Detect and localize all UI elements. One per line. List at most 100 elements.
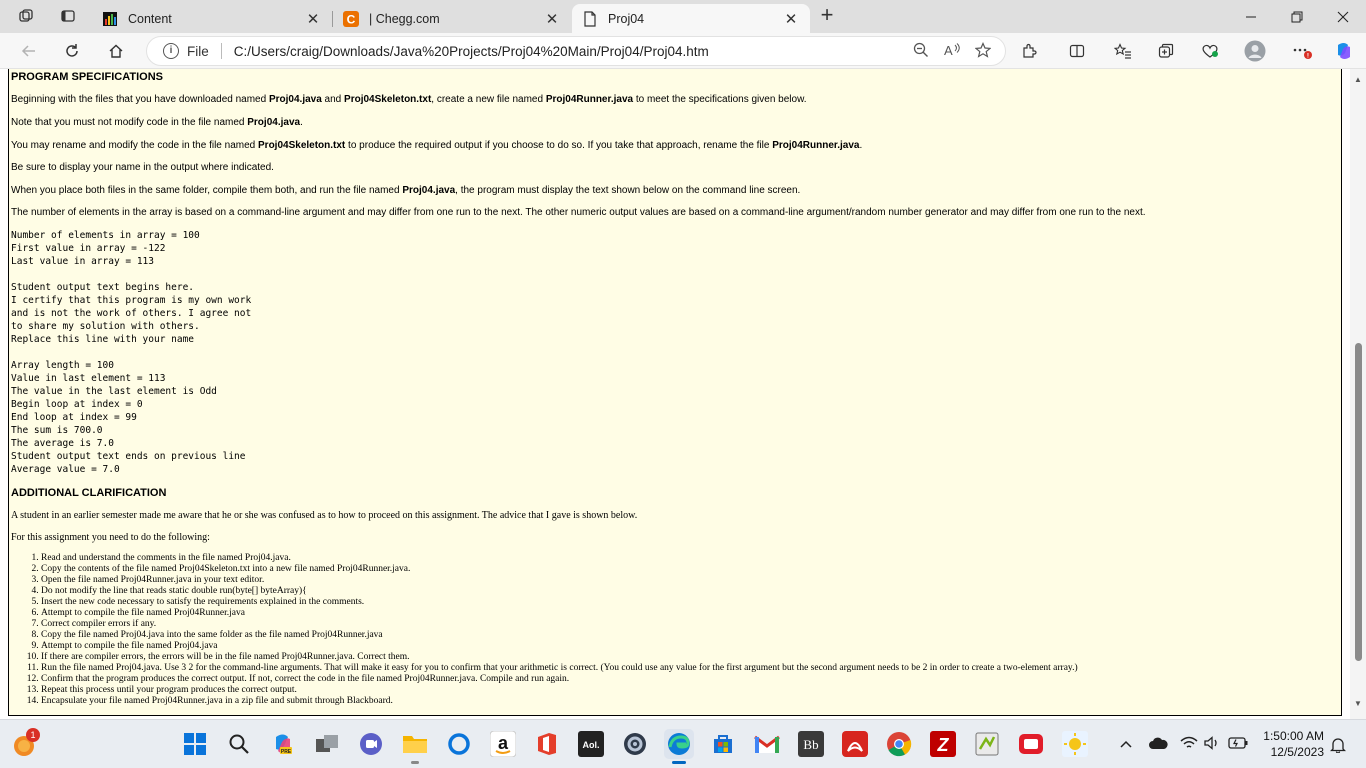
tab-title: Proj04 [608, 11, 645, 26]
scheme-label: File [187, 43, 209, 59]
favorite-star-icon[interactable] [974, 41, 992, 61]
url-text[interactable]: C:/Users/craig/Downloads/Java%20Projects… [234, 44, 913, 59]
notifications-bell-icon[interactable] [1330, 720, 1346, 768]
onedrive-cloud-icon[interactable] [1148, 736, 1168, 753]
favorites-icon[interactable] [1108, 38, 1138, 64]
home-icon[interactable] [101, 38, 131, 64]
tab-content[interactable]: Content ✕ [92, 4, 333, 33]
wifi-icon[interactable] [1180, 736, 1198, 753]
window-close-icon[interactable] [1320, 0, 1366, 33]
list-item: Copy the file named Proj04.java into the… [41, 630, 1331, 641]
weather-widget-icon[interactable]: 1 [8, 728, 42, 762]
close-icon[interactable]: ✕ [304, 10, 322, 28]
scrollbar-thumb[interactable] [1355, 343, 1362, 661]
tab-chegg[interactable]: C | Chegg.com ✕ [333, 4, 571, 33]
page-viewport: PROGRAM SPECIFICATIONS Beginning with th… [0, 69, 1366, 719]
zoom-out-icon[interactable] [913, 42, 929, 61]
weather-badge: 1 [26, 728, 40, 742]
close-icon[interactable]: ✕ [782, 10, 800, 28]
volume-icon[interactable] [1204, 736, 1222, 753]
clarification-paragraph-2: For this assignment you need to do the f… [11, 532, 210, 543]
start-icon[interactable] [180, 729, 210, 759]
restore-icon[interactable] [1274, 0, 1320, 33]
clock-date: 12/5/2023 [1270, 745, 1324, 759]
gmail-icon[interactable] [752, 729, 782, 759]
address-bar[interactable]: i File C:/Users/craig/Downloads/Java%20P… [146, 36, 1006, 66]
copilot-taskbar-icon[interactable]: PRE [268, 729, 298, 759]
list-item: Do not modify the line that reads static… [41, 586, 1331, 597]
filezilla-icon[interactable]: Z [928, 729, 958, 759]
svg-text:Z: Z [937, 735, 950, 755]
clarification-heading: ADDITIONAL CLARIFICATION [11, 487, 167, 499]
chrome-icon[interactable] [884, 729, 914, 759]
system-tray [1118, 720, 1248, 768]
back-icon[interactable] [14, 38, 44, 64]
tab-title: | Chegg.com [369, 11, 440, 26]
spec-paragraph-5: When you place both files in the same fo… [11, 185, 801, 196]
list-item: Open the file named Proj04Runner.java in… [41, 575, 1331, 586]
vertical-scrollbar[interactable]: ▲ ▼ [1350, 69, 1366, 719]
list-item: Confirm that the program produces the co… [41, 674, 1331, 685]
split-screen-icon[interactable] [1062, 38, 1092, 64]
svg-text:PRE: PRE [281, 749, 292, 755]
list-item: Repeat this process until your program p… [41, 685, 1331, 696]
clock[interactable]: 1:50:00 AM 12/5/2023 [1263, 728, 1324, 760]
spec-paragraph-3: You may rename and modify the code in th… [11, 140, 863, 151]
bar-chart-icon [102, 11, 118, 27]
scroll-down-icon[interactable]: ▼ [1353, 699, 1363, 709]
list-item: Insert the new code necessary to satisfy… [41, 597, 1331, 608]
info-icon[interactable]: i [163, 43, 179, 59]
microsoft-store-icon[interactable] [708, 729, 738, 759]
minimize-icon[interactable] [1228, 0, 1274, 33]
battery-icon[interactable] [1228, 737, 1248, 752]
office-icon[interactable] [532, 729, 562, 759]
svg-text:A: A [944, 43, 953, 58]
assignment-page: PROGRAM SPECIFICATIONS Beginning with th… [8, 69, 1342, 716]
spec-paragraph-4: Be sure to display your name in the outp… [11, 162, 274, 173]
read-aloud-icon[interactable]: A [943, 42, 961, 61]
search-icon[interactable] [224, 729, 254, 759]
browser-essentials-icon[interactable] [1195, 38, 1225, 64]
collections-icon[interactable] [1151, 38, 1181, 64]
extensions-icon[interactable] [1014, 38, 1044, 64]
svg-text:C: C [347, 12, 356, 26]
tab-actions-icon[interactable] [54, 4, 82, 28]
amazon-icon[interactable]: a [488, 729, 518, 759]
workspaces-icon[interactable] [12, 4, 40, 28]
list-item: Correct compiler errors if any. [41, 619, 1331, 630]
clock-time: 1:50:00 AM [1263, 729, 1324, 743]
refresh-icon[interactable] [57, 38, 87, 64]
new-tab-icon[interactable]: + [815, 4, 839, 27]
spec-paragraph-2: Note that you must not modify code in th… [11, 117, 303, 128]
svg-text:Aol.: Aol. [583, 740, 600, 750]
tab-strip: Content ✕ C | Chegg.com ✕ Proj04 ✕ + [0, 0, 1366, 33]
svg-text:Bb: Bb [803, 737, 818, 752]
settings-more-icon[interactable]: ! [1287, 38, 1317, 64]
spec-heading: PROGRAM SPECIFICATIONS [11, 71, 163, 83]
notepad-plus-plus-icon[interactable] [972, 729, 1002, 759]
browser-toolbar: i File C:/Users/craig/Downloads/Java%20P… [0, 33, 1366, 69]
teams-chat-icon[interactable] [356, 729, 386, 759]
cortana-icon[interactable] [444, 729, 474, 759]
list-item: Read and understand the comments in the … [41, 553, 1331, 564]
weather-app-icon[interactable] [1060, 729, 1090, 759]
aol-icon[interactable]: Aol. [576, 729, 606, 759]
clarification-paragraph-1: A student in an earlier semester made me… [11, 510, 638, 521]
scroll-up-icon[interactable]: ▲ [1353, 75, 1363, 85]
tab-proj04[interactable]: Proj04 ✕ [572, 4, 810, 33]
file-explorer-icon[interactable] [400, 729, 430, 764]
settings-gear-icon[interactable] [620, 729, 650, 759]
list-item: Run the file named Proj04.java. Use 3 2 … [41, 663, 1331, 674]
blackboard-icon[interactable]: Bb [796, 729, 826, 759]
edge-icon[interactable] [664, 729, 694, 764]
task-view-icon[interactable] [312, 729, 342, 759]
list-item: If there are compiler errors, the errors… [41, 652, 1331, 663]
screen-recorder-icon[interactable] [1016, 729, 1046, 759]
acrobat-icon[interactable] [840, 729, 870, 759]
close-icon[interactable]: ✕ [543, 10, 561, 28]
chevron-up-icon[interactable] [1118, 737, 1134, 752]
svg-text:!: ! [1307, 53, 1309, 60]
copilot-icon[interactable] [1329, 38, 1359, 64]
steps-list: Read and understand the comments in the … [11, 553, 1331, 707]
profile-avatar[interactable] [1240, 38, 1270, 64]
